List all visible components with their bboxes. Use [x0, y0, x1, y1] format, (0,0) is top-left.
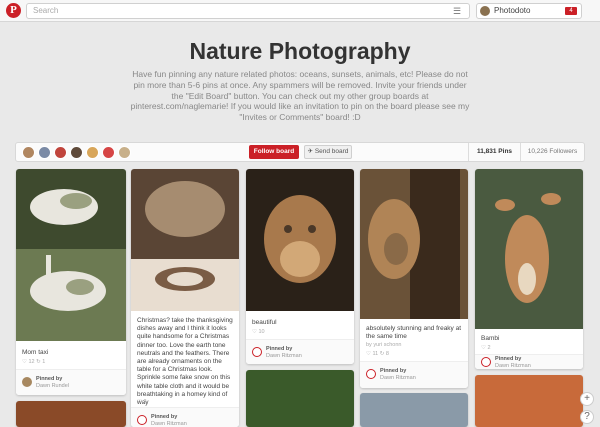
- collaborator-avatar[interactable]: [22, 146, 35, 159]
- search-input[interactable]: Search: [26, 3, 470, 19]
- notification-badge[interactable]: 4: [565, 7, 577, 15]
- pin-image[interactable]: [360, 169, 468, 319]
- pin-card[interactable]: [475, 375, 583, 427]
- pinner-avatar: [252, 347, 262, 357]
- collaborator-avatar[interactable]: [70, 146, 83, 159]
- collaborator-avatar[interactable]: [118, 146, 131, 159]
- pin-card[interactable]: Bambi ♡ 2 Pinned by Dawn Ritzman: [475, 169, 583, 369]
- pin-attribution[interactable]: Pinned by Dawn Rundel: [16, 369, 126, 395]
- pin-image[interactable]: [131, 169, 239, 311]
- pinner-avatar: [366, 369, 376, 379]
- pin-description: beautiful: [252, 319, 277, 326]
- pin-image[interactable]: [246, 169, 354, 311]
- user-profile-button[interactable]: Photodoto 4: [476, 3, 582, 19]
- collaborator-avatar[interactable]: [86, 146, 99, 159]
- pin-stats: ♡ 2: [481, 345, 491, 351]
- pin-description: absolutely stunning and freaky at the sa…: [366, 325, 462, 341]
- pin-card[interactable]: Christmas? take the thanksgiving dishes …: [131, 169, 239, 427]
- pin-description: Bambi: [481, 335, 500, 342]
- followers-count[interactable]: 10,226 Followers: [520, 143, 584, 161]
- user-avatar: [480, 6, 490, 16]
- pin-card[interactable]: [16, 401, 126, 427]
- pin-card[interactable]: [360, 393, 468, 427]
- pinner-name[interactable]: Dawn Rundel: [36, 383, 69, 389]
- top-bar: P Search ☰ Photodoto 4: [0, 0, 600, 22]
- board-stats-bar: Follow board ✈ Send board 11,831 Pins 10…: [15, 142, 585, 162]
- user-name: Photodoto: [494, 6, 531, 15]
- pin-stats: ♡ 10: [252, 329, 265, 335]
- send-board-button[interactable]: ✈ Send board: [304, 145, 352, 159]
- follow-board-button[interactable]: Follow board: [249, 145, 299, 159]
- collaborator-avatar[interactable]: [38, 146, 51, 159]
- menu-button[interactable]: ☰: [448, 4, 466, 18]
- board-description: Have fun pinning any nature related phot…: [130, 69, 470, 123]
- send-icon: ✈: [307, 148, 315, 155]
- pin-image[interactable]: [16, 169, 126, 341]
- pin-via: by yuri schonn: [366, 342, 402, 348]
- pin-image[interactable]: [475, 169, 583, 329]
- pin-attribution[interactable]: Pinned by Dawn Ritzman: [475, 354, 583, 369]
- pins-count[interactable]: 11,831 Pins: [468, 143, 520, 161]
- pinner-name[interactable]: Dawn Ritzman: [380, 375, 416, 381]
- pinner-name[interactable]: Dawn Ritzman: [151, 421, 187, 427]
- pin-card[interactable]: Mom taxi ♡ 12 ↻ 1 Pinned by Dawn Rundel: [16, 169, 126, 395]
- pin-attribution[interactable]: Pinned by Dawn Ritzman: [360, 361, 468, 388]
- pin-card[interactable]: [246, 370, 354, 427]
- pinner-name[interactable]: Dawn Ritzman: [495, 363, 531, 369]
- pin-stats: ♡ 11 ↻ 8: [366, 351, 389, 357]
- pinner-avatar: [481, 357, 491, 367]
- pin-attribution[interactable]: Pinned by Dawn Ritzman: [246, 339, 354, 364]
- pinner-avatar: [137, 415, 147, 425]
- board-title: Nature Photography: [189, 38, 411, 64]
- pinner-avatar: [22, 377, 32, 387]
- pinterest-logo-icon[interactable]: P: [6, 3, 21, 18]
- add-pin-button[interactable]: +: [580, 392, 594, 406]
- collaborator-avatar[interactable]: [54, 146, 67, 159]
- help-button[interactable]: ?: [580, 410, 594, 424]
- hamburger-icon: ☰: [452, 6, 462, 16]
- pin-card[interactable]: absolutely stunning and freaky at the sa…: [360, 169, 468, 388]
- pin-description: Christmas? take the thanksgiving dishes …: [137, 317, 233, 407]
- pin-stats: ♡ 2: [137, 399, 147, 405]
- pin-card[interactable]: beautiful ♡ 10 Pinned by Dawn Ritzman: [246, 169, 354, 364]
- pinner-name[interactable]: Dawn Ritzman: [266, 353, 302, 359]
- collaborator-avatar[interactable]: [102, 146, 115, 159]
- pin-attribution[interactable]: Pinned by Dawn Ritzman: [131, 407, 239, 427]
- pin-description: Mom taxi: [22, 349, 49, 356]
- pin-stats: ♡ 12 ↻ 1: [22, 359, 46, 365]
